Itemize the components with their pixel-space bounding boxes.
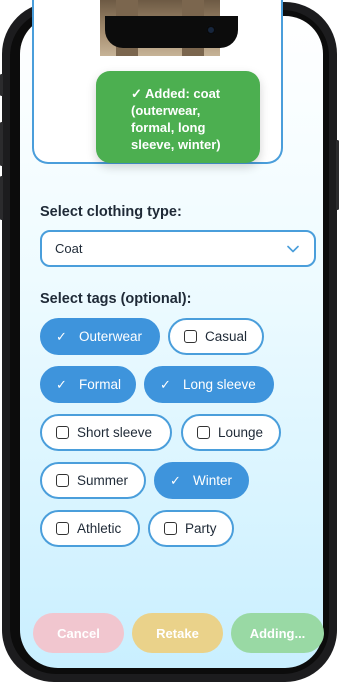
check-icon: ✓: [56, 328, 67, 344]
phone-side-button-volume-down: [0, 176, 3, 220]
check-icon: ✓: [56, 376, 67, 392]
tag-chip-lounge[interactable]: Lounge: [181, 414, 281, 451]
tag-label: Summer: [77, 473, 129, 488]
tag-label: Outerwear: [79, 329, 143, 344]
checkbox-empty-icon: [164, 522, 177, 535]
tag-chip-outerwear[interactable]: ✓ Outerwear: [40, 318, 160, 355]
checkbox-empty-icon: [56, 474, 69, 487]
tag-chip-athletic[interactable]: Athletic: [40, 510, 140, 547]
camera-icon: [206, 25, 216, 35]
clothing-type-value: Coat: [55, 241, 83, 256]
tag-chip-party[interactable]: Party: [148, 510, 234, 547]
tag-label: Long sleeve: [183, 377, 256, 392]
added-toast: ✓ Added: coat (outerwear, formal, long s…: [96, 71, 260, 163]
tag-label: Short sleeve: [77, 425, 153, 440]
retake-button[interactable]: Retake: [132, 613, 223, 653]
phone-side-button-volume-up: [0, 122, 3, 166]
tag-chip-formal[interactable]: ✓ Formal: [40, 366, 136, 403]
cancel-button[interactable]: Cancel: [33, 613, 124, 653]
notch: [105, 16, 238, 48]
tags-label: Select tags (optional):: [40, 291, 192, 307]
checkbox-empty-icon: [197, 426, 210, 439]
tag-chip-short-sleeve[interactable]: Short sleeve: [40, 414, 172, 451]
tag-chip-summer[interactable]: Summer: [40, 462, 146, 499]
checkbox-empty-icon: [184, 330, 197, 343]
check-icon: ✓: [160, 376, 171, 392]
chevron-down-icon: [286, 242, 300, 256]
tag-label: Formal: [78, 377, 121, 392]
tag-chip-winter[interactable]: ✓ Winter: [154, 462, 249, 499]
tag-label: Casual: [205, 329, 248, 344]
tag-label: Winter: [193, 473, 233, 488]
checkbox-empty-icon: [56, 426, 69, 439]
phone-side-button-mute: [0, 74, 3, 96]
clothing-type-label: Select clothing type:: [40, 204, 182, 220]
checkbox-empty-icon: [56, 522, 69, 535]
adding-button[interactable]: Adding...: [231, 613, 324, 653]
tag-chip-long-sleeve[interactable]: ✓ Long sleeve: [144, 366, 274, 403]
tag-label: Athletic: [77, 521, 122, 536]
clothing-type-select[interactable]: Coat: [40, 230, 316, 267]
tag-label: Lounge: [218, 425, 264, 440]
check-icon: ✓: [170, 472, 181, 488]
tag-chip-casual[interactable]: Casual: [168, 318, 264, 355]
tag-label: Party: [185, 521, 217, 536]
